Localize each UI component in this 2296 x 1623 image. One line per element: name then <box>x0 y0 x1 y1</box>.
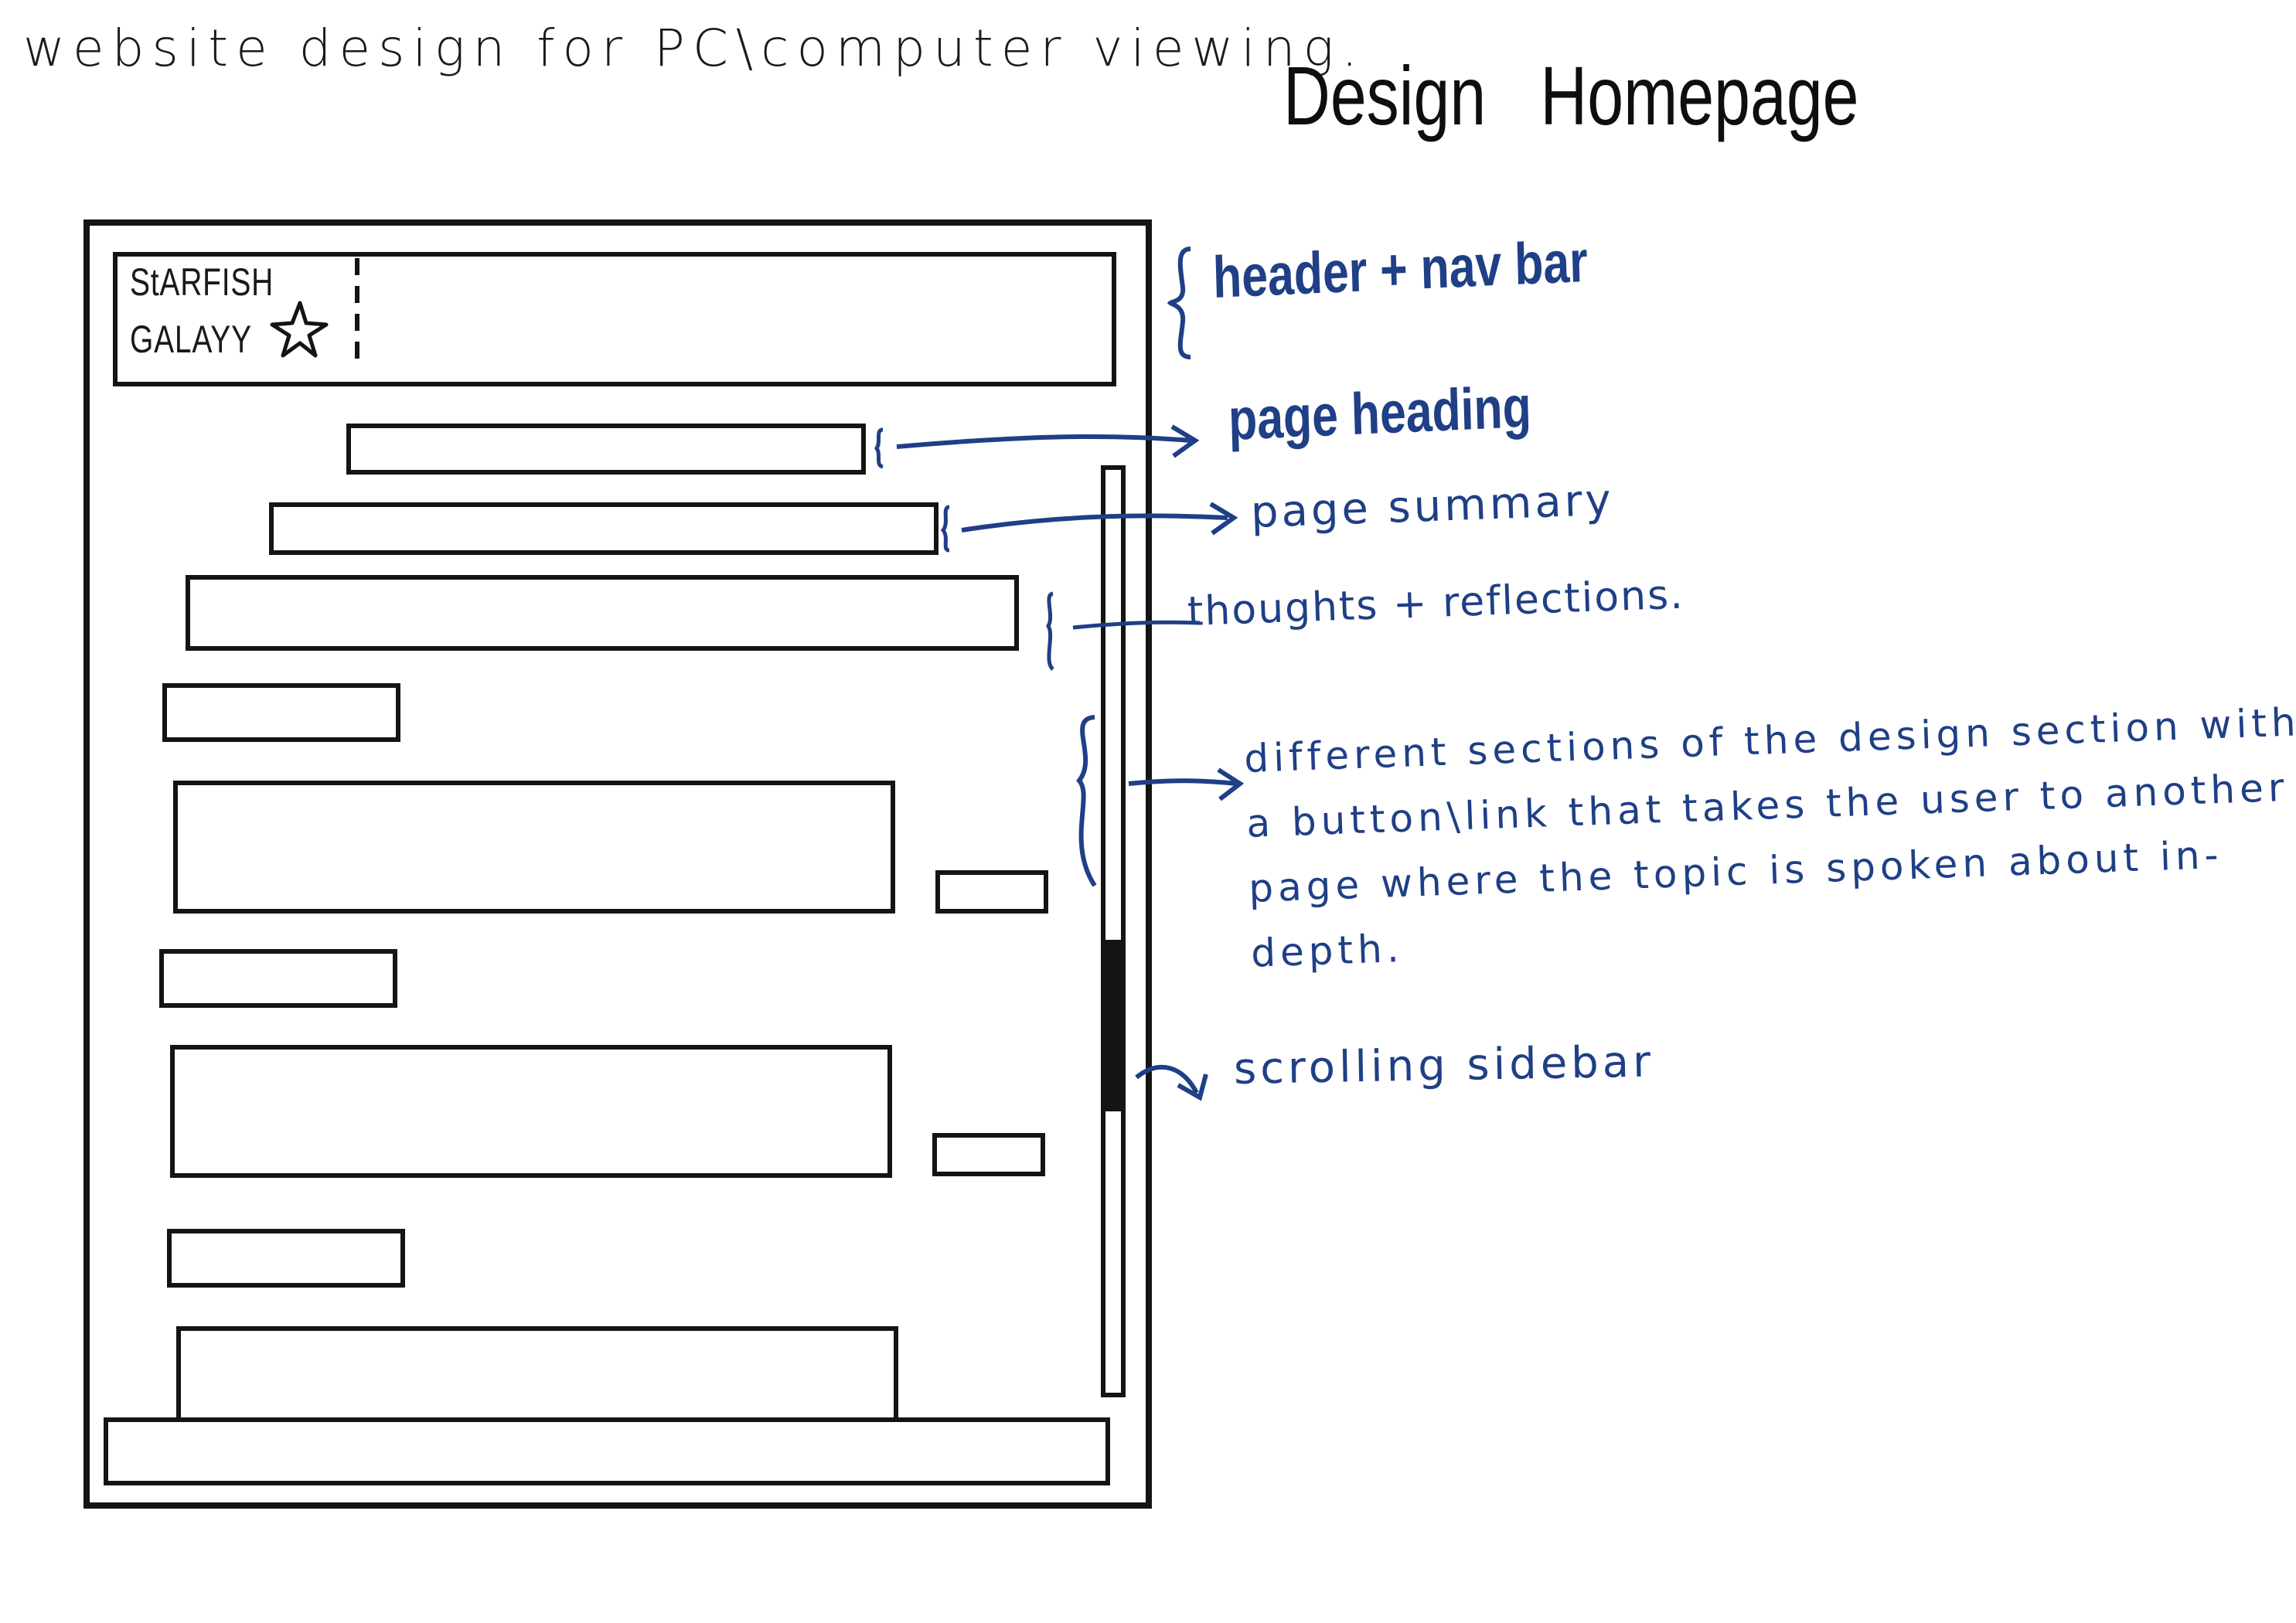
page-summary-brace <box>940 505 950 553</box>
page-heading-annotation: page heading <box>1227 373 1532 453</box>
thoughts-line <box>1072 620 1201 630</box>
thoughts-brace <box>1046 591 1054 671</box>
page-summary-arrow <box>961 513 1228 532</box>
header-brace <box>1167 247 1191 359</box>
sections-brace <box>1076 715 1097 887</box>
header-annotation: header + nav bar <box>1211 228 1589 311</box>
sidebar-annotation: scrolling sidebar <box>1233 1036 1655 1094</box>
page-heading-arrow <box>896 434 1191 449</box>
sections-arrow <box>1128 778 1238 786</box>
starfish-icon <box>270 301 329 358</box>
page-summary-annotation: page summary <box>1249 475 1615 538</box>
page-heading-brace <box>874 427 884 469</box>
sections-annotation: different sections of the design section… <box>1243 689 2296 985</box>
